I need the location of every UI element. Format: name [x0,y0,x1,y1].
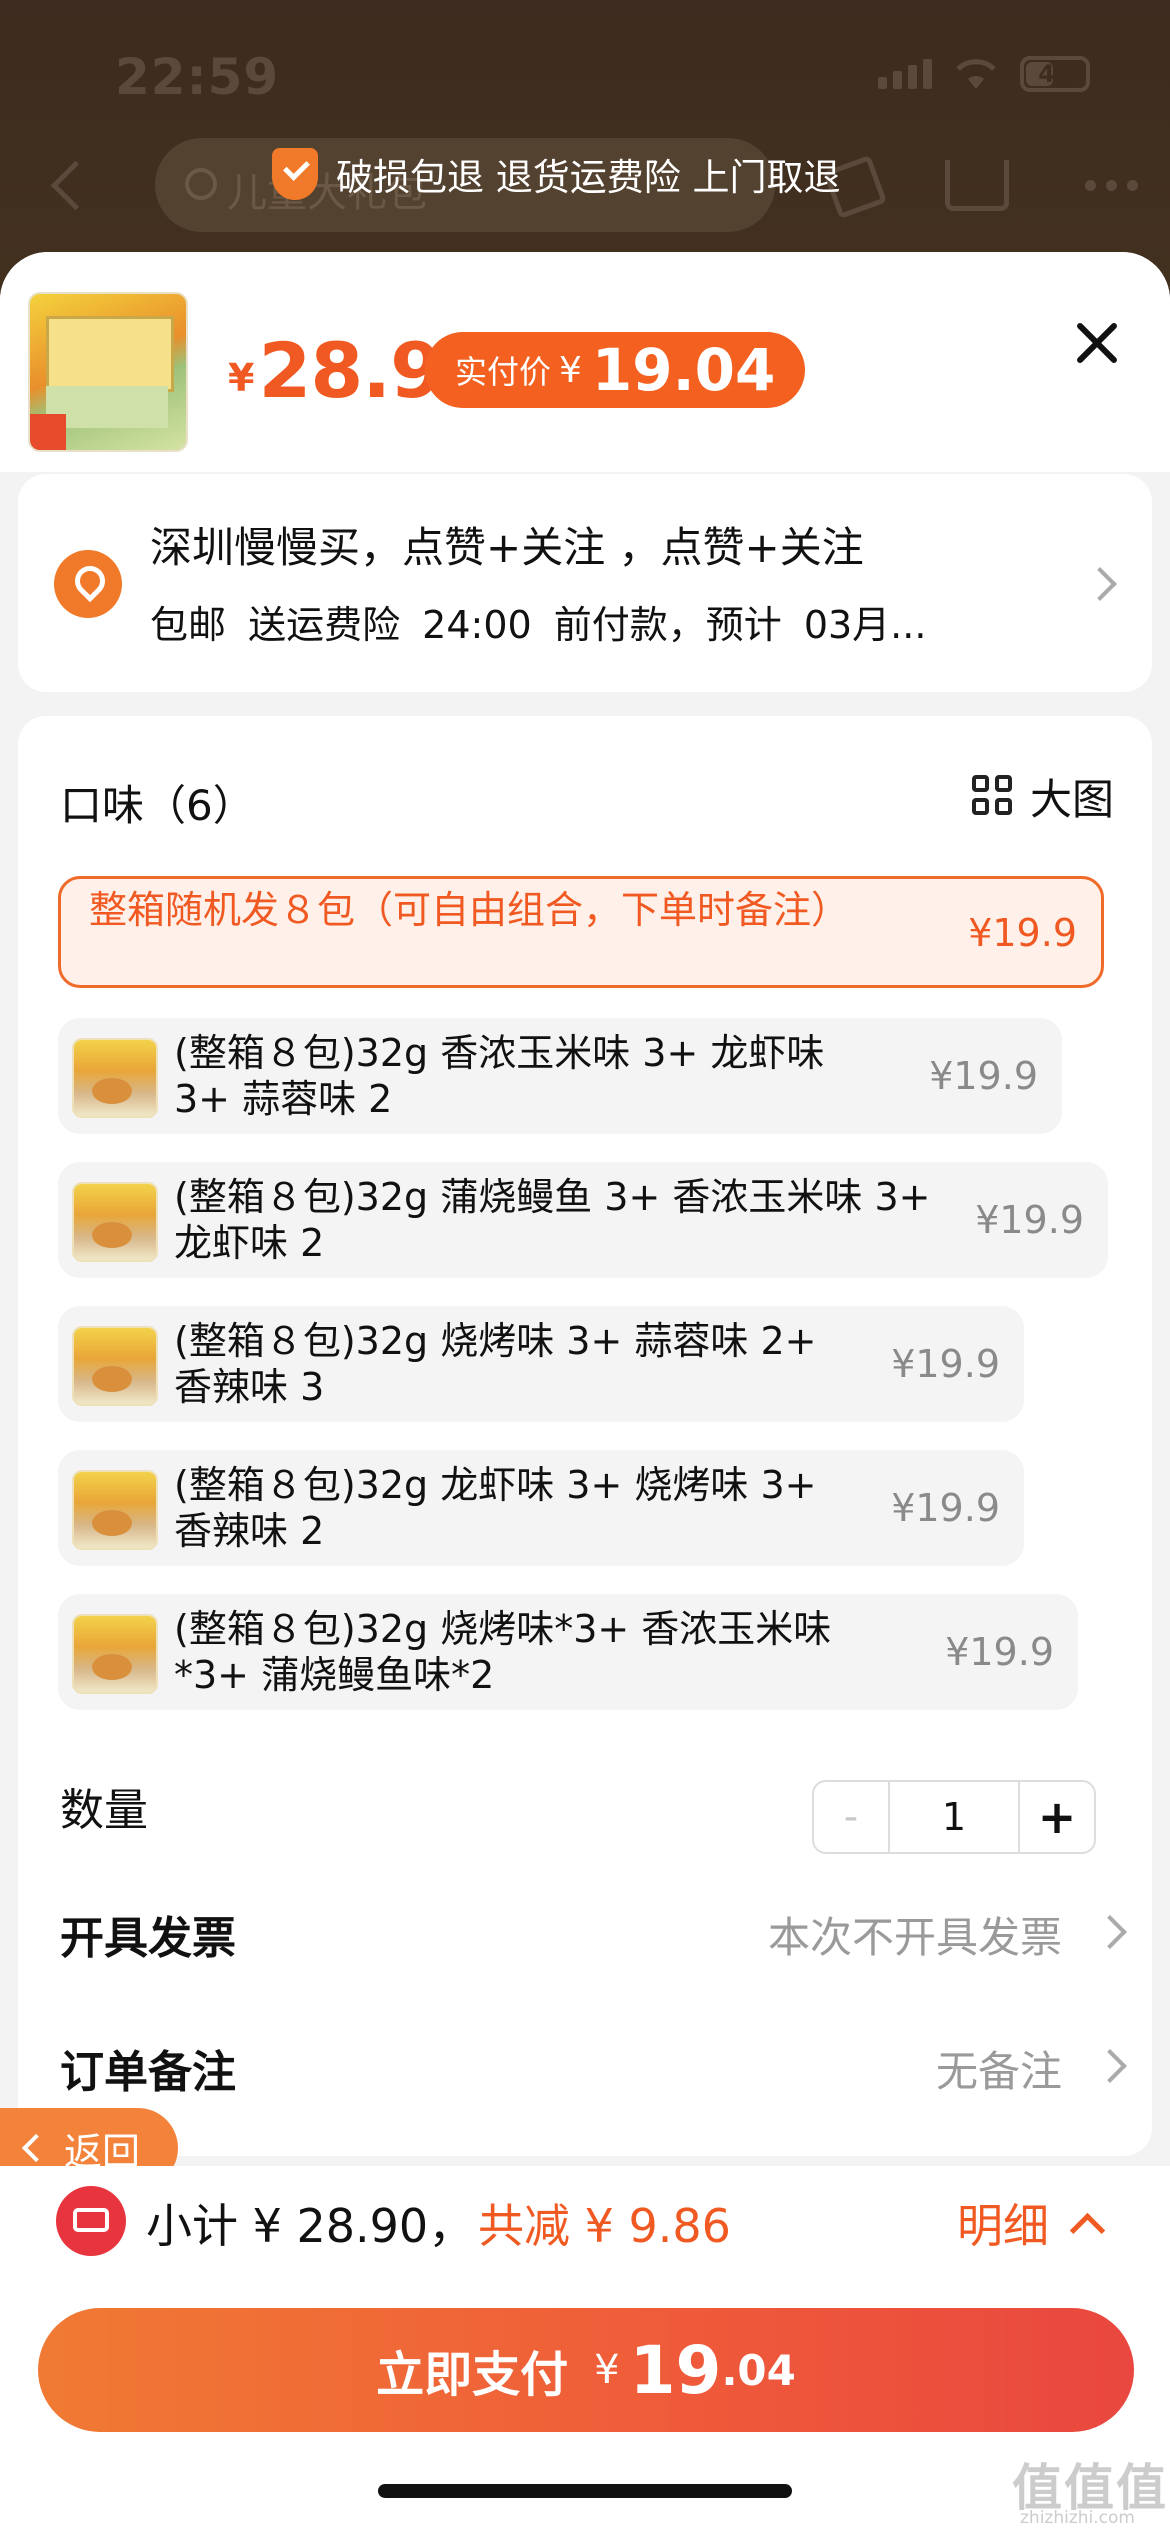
quantity-value[interactable]: 1 [890,1782,1020,1852]
product-price: ¥28.9 [228,326,443,415]
flavor-option-image [72,1038,158,1118]
subtotal-text: 小计 ¥ 28.90， [146,2199,475,2253]
address-card[interactable]: 深圳慢慢买，点赞+关注 ，点赞+关注 包邮 送运费险 24:00 前付款，预计 … [18,474,1152,692]
battery-icon: 45 [1020,56,1090,92]
status-icons: 45 [878,56,1090,92]
discount-text: 共减 ¥ 9.86 [478,2199,731,2253]
flavor-option-label: (整箱８包)32g 烧烤味 3+ 蒜蓉味 2+ 香辣味 3 [174,1319,817,1409]
shield-check-icon [272,148,318,200]
signal-icon [878,59,932,89]
flavor-option-label: (整箱８包)32g 烧烤味*3+ 香浓玉米味*3+ 蒲烧鳗鱼味*2 [174,1607,832,1697]
quantity-minus-button[interactable]: - [814,1782,890,1852]
assurance-banner: 破损包退 退货运费险 上门取退 [272,134,867,214]
flavor-option[interactable]: (整箱８包)32g 龙虾味 3+ 烧烤味 3+ 香辣味 2 ¥19.9 [58,1450,1024,1566]
chevron-right-icon [1083,567,1117,601]
actual-price-badge: 实付价 ¥ 19.04 [425,332,806,408]
close-icon[interactable] [1072,318,1122,368]
flavor-option[interactable]: (整箱８包)32g 蒲烧鳗鱼 3+ 香浓玉米味 3+ 龙虾味 2 ¥19.9 [58,1162,1108,1278]
flavor-option-label: (整箱８包)32g 龙虾味 3+ 烧烤味 3+ 香辣味 2 [174,1463,817,1553]
sheet-header: ¥28.9 实付价 ¥ 19.04 [0,252,1170,472]
detail-toggle[interactable]: 明细 [957,2190,1106,2256]
chevron-left-icon [21,2133,51,2163]
big-image-toggle[interactable]: 大图 [971,766,1114,827]
quantity-stepper[interactable]: - 1 + [812,1780,1096,1854]
pay-amount-dec: .04 [721,2345,796,2395]
invoice-value[interactable]: 本次不开具发票 [768,1904,1062,1965]
flavor-option-image [72,1614,158,1694]
flavor-option-image [72,1326,158,1406]
invoice-label: 开具发票 [60,1913,236,1964]
detail-label: 明细 [957,2199,1049,2253]
flavor-option-price: ¥19.9 [945,1630,1054,1674]
quantity-label: 数量 [60,1785,148,1836]
chevron-up-icon [1069,2212,1106,2248]
big-image-label: 大图 [1029,775,1114,824]
status-time: 22:59 [115,48,280,106]
grid-icon [971,774,1016,819]
assurance-text: 破损包退 退货运费险 上门取退 [336,156,841,199]
flavor-option-label: (整箱８包)32g 香浓玉米味 3+ 龙虾味 3+ 蒜蓉味 2 [174,1031,825,1121]
pay-amount-int: 19 [629,2331,722,2409]
flavor-option[interactable]: (整箱８包)32g 烧烤味 3+ 蒜蓉味 2+ 香辣味 3 ¥19.9 [58,1306,1024,1422]
watermark-url: zhizhizhi.com [1020,2508,1135,2528]
address-name: 深圳慢慢买，点赞+关注 ，点赞+关注 [150,523,864,572]
pay-currency: ¥ [594,2347,620,2393]
flavor-option-price: ¥19.9 [891,1486,1000,1530]
flavor-option-price: ¥19.9 [891,1342,1000,1386]
home-indicator [378,2484,792,2498]
location-pin-icon [54,550,122,618]
chevron-right-icon [1093,2049,1127,2083]
flavor-option-price: ¥19.9 [968,911,1077,955]
remark-label: 订单备注 [60,2047,236,2098]
flavor-option[interactable]: 整箱随机发８包（可自由组合，下单时备注） ¥19.9 [58,876,1104,988]
pay-now-button[interactable]: 立即支付 ¥ 19 .04 [38,2308,1134,2432]
quantity-plus-button[interactable]: + [1020,1782,1094,1852]
cart-icon[interactable] [945,160,1009,211]
checkout-bar: 小计 ¥ 28.90， 共减 ¥ 9.86 明细 立即支付 ¥ 19 .04 [0,2166,1170,2532]
more-icon[interactable] [1085,180,1138,191]
delivery-info: 包邮 送运费险 24:00 前付款，预计 03月... [150,603,927,647]
options-card: 口味（6） 大图 整箱随机发８包（可自由组合，下单时备注） ¥19.9 (整箱８… [18,716,1152,2156]
coupon-icon [56,2186,126,2256]
flavor-option[interactable]: (整箱８包)32g 烧烤味*3+ 香浓玉米味*3+ 蒲烧鳗鱼味*2 ¥19.9 [58,1594,1078,1710]
flavor-option-image [72,1182,158,1262]
wifi-icon [956,59,996,89]
pay-label: 立即支付 [376,2347,569,2403]
flavor-option-image [72,1470,158,1550]
flavor-option-price: ¥19.9 [975,1198,1084,1242]
search-icon [185,168,217,200]
flavor-title: 口味（6） [60,781,255,830]
flavor-option[interactable]: (整箱８包)32g 香浓玉米味 3+ 龙虾味 3+ 蒜蓉味 2 ¥19.9 [58,1018,1062,1134]
flavor-option-label: 整箱随机发８包（可自由组合，下单时备注） [89,888,850,932]
flavor-option-price: ¥19.9 [929,1054,1038,1098]
flavor-option-label: (整箱８包)32g 蒲烧鳗鱼 3+ 香浓玉米味 3+ 龙虾味 2 [174,1175,931,1265]
product-thumbnail[interactable] [28,292,188,452]
chevron-right-icon [1093,1915,1127,1949]
remark-value[interactable]: 无备注 [936,2038,1062,2099]
